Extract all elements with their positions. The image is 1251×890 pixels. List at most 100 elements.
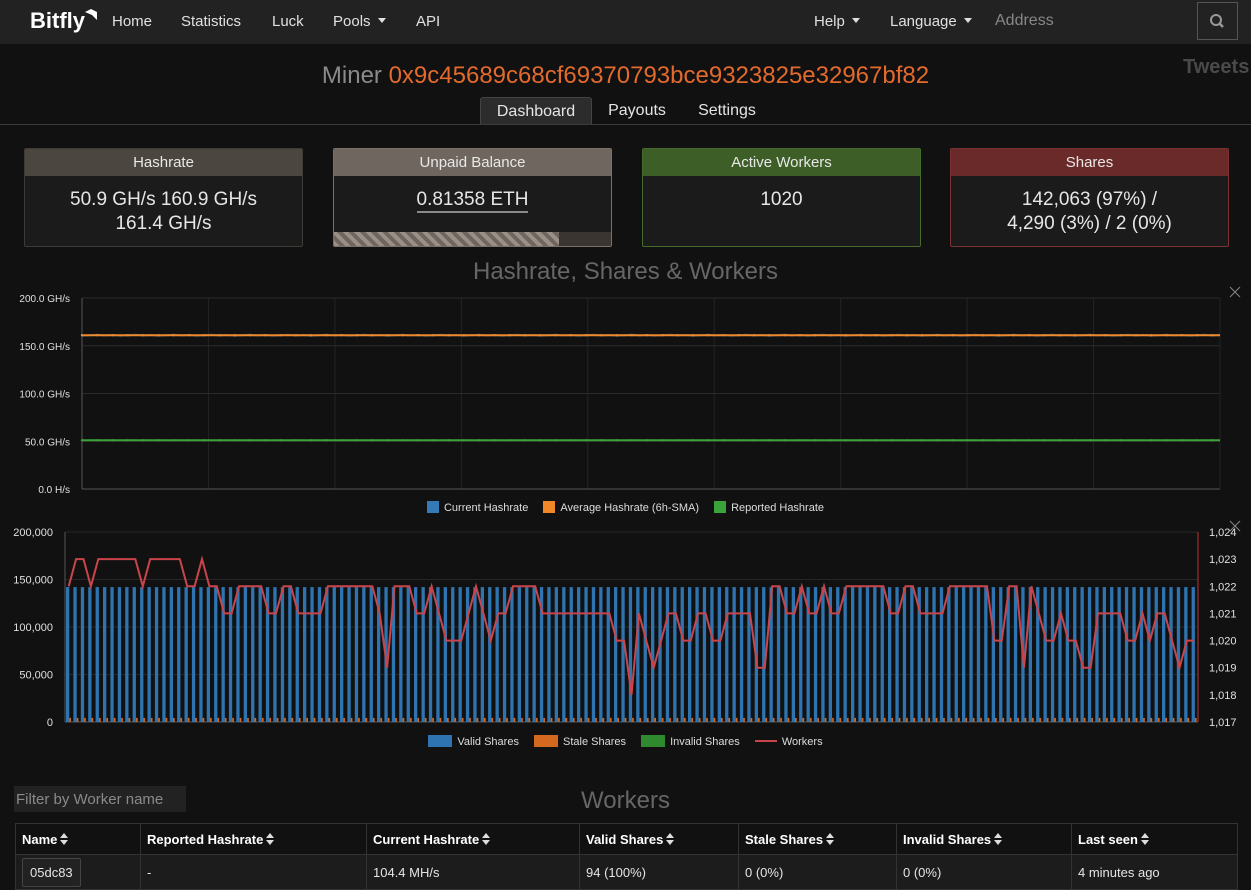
cell-valid-shares: 94 (100%) — [579, 854, 739, 890]
bar-valid-shares — [310, 587, 314, 722]
bar-valid-shares — [939, 587, 944, 722]
bar-valid-shares — [969, 587, 973, 722]
bar-valid-shares — [584, 587, 588, 722]
tab-payouts[interactable]: Payouts — [598, 97, 676, 124]
bar-valid-shares — [717, 587, 721, 722]
data-point — [1104, 439, 1107, 442]
bar-valid-shares — [873, 587, 877, 722]
sort-icon — [266, 832, 275, 845]
bar-stale-shares — [136, 717, 138, 722]
cell-stale-shares: 0 (0%) — [738, 854, 897, 890]
chevron-down-icon — [851, 18, 860, 23]
bar-stale-shares — [432, 717, 434, 722]
bar-stale-shares — [210, 717, 212, 722]
logo-mark-icon — [85, 9, 97, 20]
th-name[interactable]: Name — [15, 823, 141, 855]
bar-valid-shares — [739, 587, 744, 722]
bar-stale-shares — [943, 717, 945, 722]
bar-valid-shares — [643, 587, 647, 722]
worker-name-button[interactable]: 05dc83 — [22, 857, 81, 887]
nav-help-dropdown[interactable]: Help — [814, 13, 860, 30]
search-button[interactable] — [1197, 2, 1238, 40]
th-current-hashrate[interactable]: Current Hashrate — [366, 823, 580, 855]
legend-workers[interactable]: Workers — [754, 736, 823, 748]
miner-label: Miner — [321, 62, 382, 89]
bar-stale-shares — [980, 717, 982, 722]
reset-zoom-icon[interactable] — [1229, 520, 1241, 532]
legend-reported-hashrate[interactable]: Reported Hashrate — [714, 501, 824, 514]
bar-stale-shares — [439, 717, 442, 722]
chevron-down-icon — [377, 18, 386, 23]
bar-stale-shares — [498, 717, 501, 722]
bar-stale-shares — [395, 717, 397, 722]
bar-stale-shares — [343, 717, 345, 722]
legend-stale-shares[interactable]: Stale Shares — [534, 735, 626, 748]
legend-swatch — [754, 740, 777, 742]
bar-valid-shares — [562, 587, 566, 722]
bar-valid-shares — [984, 587, 988, 722]
bar-valid-shares — [821, 587, 825, 722]
bar-stale-shares — [1187, 717, 1190, 722]
shares-valid-value: 142,063 (97%) / — [1021, 189, 1158, 210]
data-point — [646, 439, 649, 442]
nav-language-dropdown[interactable]: Language — [890, 13, 972, 30]
address-search-input[interactable] — [983, 5, 1188, 37]
bar-valid-shares — [488, 587, 492, 722]
tab-settings[interactable]: Settings — [688, 97, 766, 124]
bar-valid-shares — [799, 587, 803, 722]
bar-stale-shares — [846, 717, 849, 722]
data-point — [768, 439, 771, 442]
bar-stale-shares — [1017, 717, 1019, 722]
bar-stale-shares — [128, 717, 131, 722]
hashrate-chart: 0.0 H/s 50.0 GH/s 100.0 GH/s 150.0 GH/s 200.… — [19, 294, 1221, 496]
legend-valid-shares[interactable]: Valid Shares — [428, 735, 519, 748]
legend-invalid-shares[interactable]: Invalid Shares — [641, 735, 740, 748]
bar-valid-shares — [117, 587, 122, 722]
nav-pools-dropdown[interactable]: Pools — [333, 13, 386, 30]
legend-average-hashrate[interactable]: Average Hashrate (6h-SMA) — [543, 501, 699, 514]
bar-valid-shares — [428, 587, 433, 722]
bar-stale-shares — [424, 717, 427, 722]
bar-valid-shares — [473, 587, 477, 722]
bar-valid-shares — [66, 587, 70, 722]
bar-stale-shares — [965, 717, 968, 722]
bar-stale-shares — [1054, 717, 1056, 722]
legend-swatch — [641, 735, 666, 747]
legend-current-hashrate[interactable]: Current Hashrate — [426, 501, 528, 514]
y-right-tick-label: 1,021 — [1209, 608, 1237, 620]
bar-valid-shares — [569, 587, 573, 722]
nav-luck[interactable]: Luck — [272, 13, 304, 30]
nav-home[interactable]: Home — [112, 13, 152, 30]
nav-statistics[interactable]: Statistics — [181, 13, 241, 30]
brand-logo[interactable]: Bitfly — [30, 8, 85, 34]
th-reported-hashrate[interactable]: Reported Hashrate — [140, 823, 367, 855]
th-last-seen[interactable]: Last seen — [1071, 823, 1238, 855]
bar-stale-shares — [558, 717, 560, 722]
y-tick-label: 100.0 GH/s — [19, 390, 70, 401]
th-stale-shares[interactable]: Stale Shares — [738, 823, 897, 855]
bar-valid-shares — [710, 587, 714, 722]
bar-stale-shares — [202, 717, 205, 722]
shares-card-title: Shares — [951, 149, 1228, 176]
bar-valid-shares — [443, 587, 447, 722]
bar-stale-shares — [410, 717, 412, 722]
reset-zoom-icon[interactable] — [1229, 286, 1241, 298]
bar-stale-shares — [772, 717, 775, 722]
y-left-tick-label: 100,000 — [13, 622, 53, 634]
bar-valid-shares — [214, 587, 218, 722]
bar-valid-shares — [199, 587, 203, 722]
bar-stale-shares — [106, 717, 109, 722]
bar-valid-shares — [747, 587, 751, 722]
bar-valid-shares — [688, 587, 692, 722]
tab-dashboard[interactable]: Dashboard — [480, 97, 592, 124]
th-valid-shares[interactable]: Valid Shares — [579, 823, 739, 855]
bar-stale-shares — [291, 717, 294, 722]
bar-valid-shares — [702, 587, 707, 722]
bar-stale-shares — [839, 717, 842, 722]
bar-stale-shares — [1009, 717, 1012, 722]
bar-valid-shares — [651, 587, 655, 722]
th-invalid-shares[interactable]: Invalid Shares — [896, 823, 1072, 855]
nav-api[interactable]: API — [416, 13, 440, 30]
y-tick-label: 150.0 GH/s — [19, 342, 70, 353]
bar-stale-shares — [743, 717, 745, 722]
